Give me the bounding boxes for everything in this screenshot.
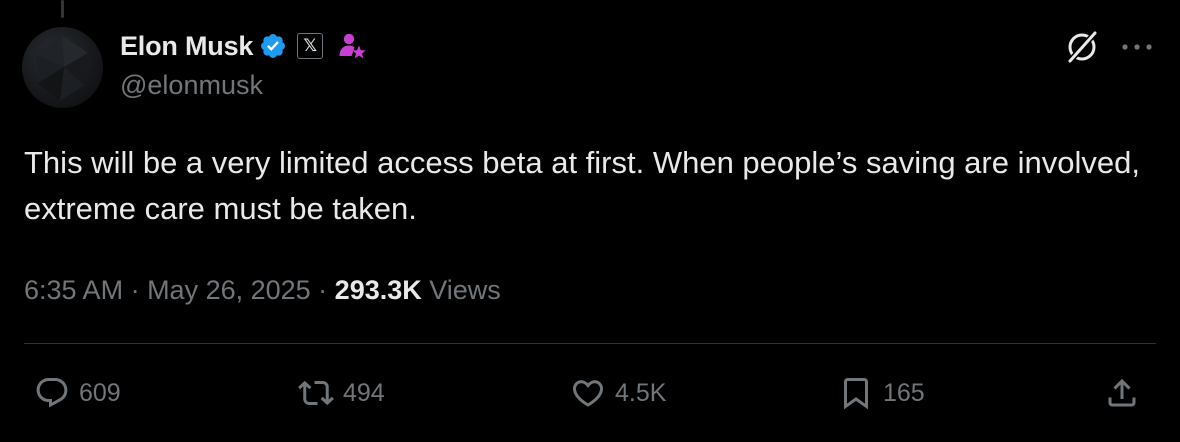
avatar-image [36, 35, 88, 101]
share-icon [1104, 375, 1140, 411]
verified-badge-icon[interactable] [259, 32, 287, 60]
reply-icon [34, 375, 70, 411]
share-button[interactable] [1104, 372, 1140, 414]
reply-count: 609 [79, 378, 121, 407]
author-name-row: Elon Musk 𝕏 [120, 28, 367, 64]
thread-connector-line [61, 0, 64, 18]
meta-separator: · [310, 275, 335, 305]
tweet-meta: 6:35 AM · May 26, 2025 · 293.3K Views [24, 270, 501, 310]
repost-icon [298, 375, 334, 411]
views-count: 293.3K [334, 275, 422, 305]
author-handle[interactable]: @elonmusk [120, 70, 263, 101]
views-label: Views [421, 275, 501, 305]
repost-count: 494 [343, 378, 385, 407]
bookmark-button[interactable]: 165 [838, 372, 925, 414]
avatar[interactable] [22, 27, 103, 108]
reply-button[interactable]: 609 [34, 372, 121, 414]
profile-star-icon[interactable] [337, 31, 367, 61]
repost-button[interactable]: 494 [298, 372, 385, 414]
like-button[interactable]: 4.5K [570, 372, 666, 414]
meta-separator: · [123, 275, 148, 305]
bookmark-count: 165 [883, 378, 925, 407]
divider [24, 343, 1156, 344]
author-display-name[interactable]: Elon Musk [120, 31, 253, 62]
tweet-time[interactable]: 6:35 AM [24, 275, 123, 305]
heart-icon [570, 375, 606, 411]
grok-icon[interactable] [1064, 28, 1102, 66]
more-options-icon[interactable] [1118, 34, 1156, 60]
tweet-text: This will be a very limited access beta … [24, 145, 1140, 226]
like-count: 4.5K [615, 378, 667, 407]
tweet-date[interactable]: May 26, 2025 [147, 275, 311, 305]
x-affiliate-badge-icon[interactable]: 𝕏 [297, 33, 324, 59]
bookmark-icon [838, 375, 874, 411]
